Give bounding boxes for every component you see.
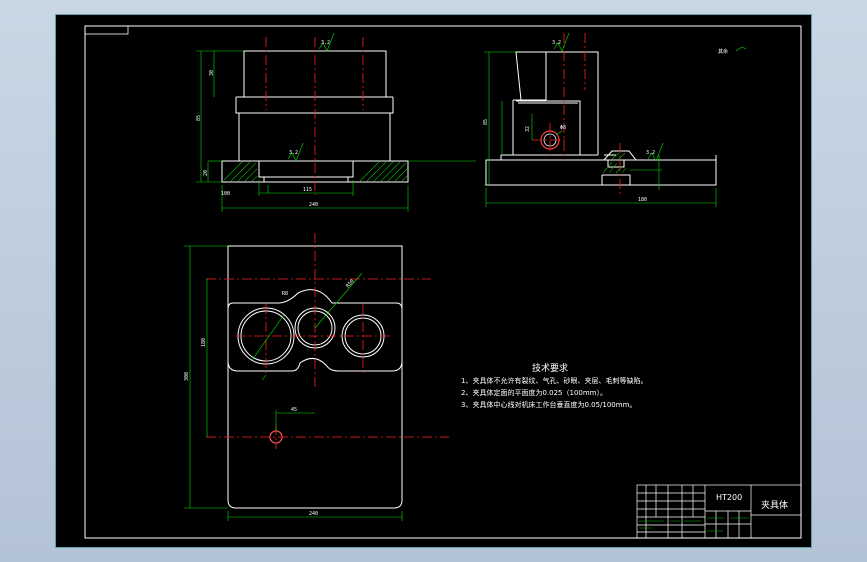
dim-front-base-h: 20: [203, 170, 209, 176]
dim-front-width: 240: [309, 202, 318, 208]
dim-plan-arc: R50: [345, 278, 356, 289]
plan-holes: [237, 307, 385, 444]
dim-front-height: 85: [196, 115, 202, 121]
title-material: HT200: [716, 493, 742, 502]
dim-plan-hole-offset: 45: [291, 407, 297, 413]
front-centerlines: [265, 37, 364, 195]
drawing-frame: 240 115 100 85 30 20 3.2 3.2 180 85 Φ8 3…: [55, 14, 812, 548]
tech-req-item-2: 2、夹具体定面的平面度为0.025（100mm）。: [461, 388, 607, 397]
tech-req-title: 技术要求: [532, 362, 568, 374]
front-dims: [196, 32, 476, 212]
title-block-fills: [639, 517, 749, 532]
side-hatch: [602, 152, 627, 174]
side-view: [485, 51, 717, 186]
dim-side-small: 32: [525, 126, 531, 132]
front-hatch: [223, 161, 408, 182]
corner-box: [84, 25, 129, 35]
surface-front-top: 3.2: [321, 40, 330, 46]
title-part-name: 夹具体: [761, 499, 788, 511]
plan-dims: [184, 245, 403, 521]
dim-plan-width: 240: [309, 511, 318, 517]
dim-front-top-h: 30: [209, 70, 215, 76]
side-centerlines: [532, 33, 621, 195]
dim-side-height: 85: [483, 119, 489, 125]
plan-centerlines: [206, 233, 449, 449]
surface-corner: 其余: [718, 48, 728, 55]
dim-front-slot-inner: 100: [221, 191, 230, 197]
dim-plan-inner: 180: [201, 338, 207, 347]
surface-side-top: 3.2: [552, 40, 561, 46]
inner-border: [84, 25, 802, 539]
surface-side-bottom: 3.2: [646, 150, 655, 156]
dim-plan-small-r: R8: [282, 291, 288, 297]
dim-plan-height: 300: [184, 372, 190, 381]
dim-front-slot: 115: [303, 187, 312, 193]
tech-req-item-3: 3、夹具体中心线对机床工作台垂直度为0.05/100mm。: [461, 400, 636, 409]
tech-req-item-1: 1、夹具体不允许有裂纹、气孔、砂眼、夹层、毛刺等缺陷。: [461, 376, 647, 385]
dim-side-width: 180: [638, 197, 647, 203]
side-dims: [484, 32, 747, 207]
cad-drawing: 240 115 100 85 30 20 3.2 3.2 180 85 Φ8 3…: [84, 25, 802, 539]
dim-side-hole: Φ8: [560, 125, 566, 131]
surface-front-mid: 3.2: [289, 150, 298, 156]
